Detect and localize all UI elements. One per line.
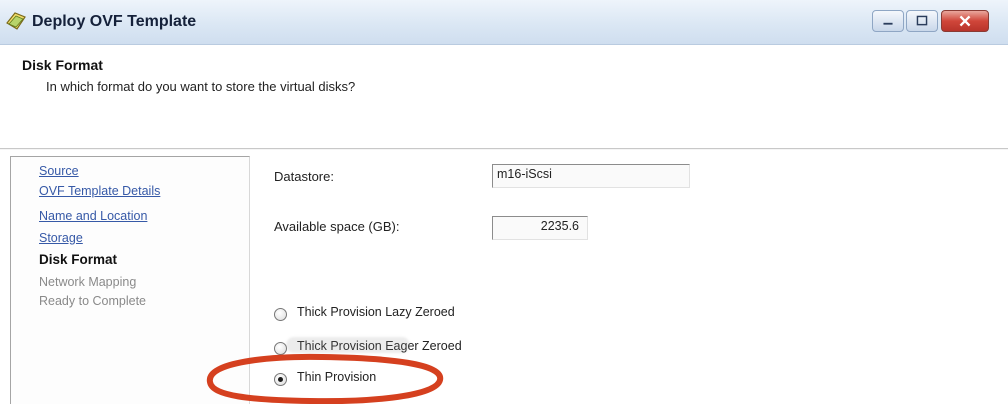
nav-step-ovf-template-details[interactable]: OVF Template Details bbox=[39, 184, 160, 198]
available-space-field: 2235.6 bbox=[492, 216, 588, 240]
datastore-field: m16-iScsi bbox=[492, 164, 690, 188]
nav-step-source[interactable]: Source bbox=[39, 164, 79, 178]
thin-provision-label[interactable]: Thin Provision bbox=[297, 370, 376, 384]
thick-lazy-label[interactable]: Thick Provision Lazy Zeroed bbox=[297, 305, 455, 319]
page-title: Disk Format bbox=[22, 57, 103, 73]
nav-step-ready-to-complete: Ready to Complete bbox=[39, 294, 147, 308]
nav-step-storage[interactable]: Storage bbox=[39, 231, 83, 245]
title-bar: Deploy OVF Template bbox=[0, 0, 1008, 45]
maximize-button[interactable] bbox=[906, 10, 938, 32]
thin-provision-radio[interactable] bbox=[274, 373, 287, 386]
close-button[interactable] bbox=[941, 10, 989, 32]
minimize-button[interactable] bbox=[872, 10, 904, 32]
thick-lazy-radio[interactable] bbox=[274, 308, 287, 321]
nav-step-name-and-location[interactable]: Name and Location bbox=[39, 209, 147, 223]
radio-selected-dot bbox=[278, 377, 283, 382]
obscured-text-overlay bbox=[286, 337, 410, 353]
maximize-icon bbox=[916, 15, 928, 26]
wizard-header: Disk Format In which format do you want … bbox=[0, 45, 1008, 148]
nav-step-network-mapping: Network Mapping bbox=[39, 275, 137, 289]
nav-step-disk-format: Disk Format bbox=[39, 252, 118, 267]
available-space-label: Available space (GB): bbox=[274, 219, 400, 234]
window-title: Deploy OVF Template bbox=[32, 13, 197, 30]
close-icon bbox=[959, 15, 971, 27]
page-subtitle: In which format do you want to store the… bbox=[46, 79, 356, 94]
minimize-icon bbox=[883, 22, 893, 25]
datastore-label: Datastore: bbox=[274, 169, 334, 184]
ovf-template-icon bbox=[6, 12, 26, 30]
